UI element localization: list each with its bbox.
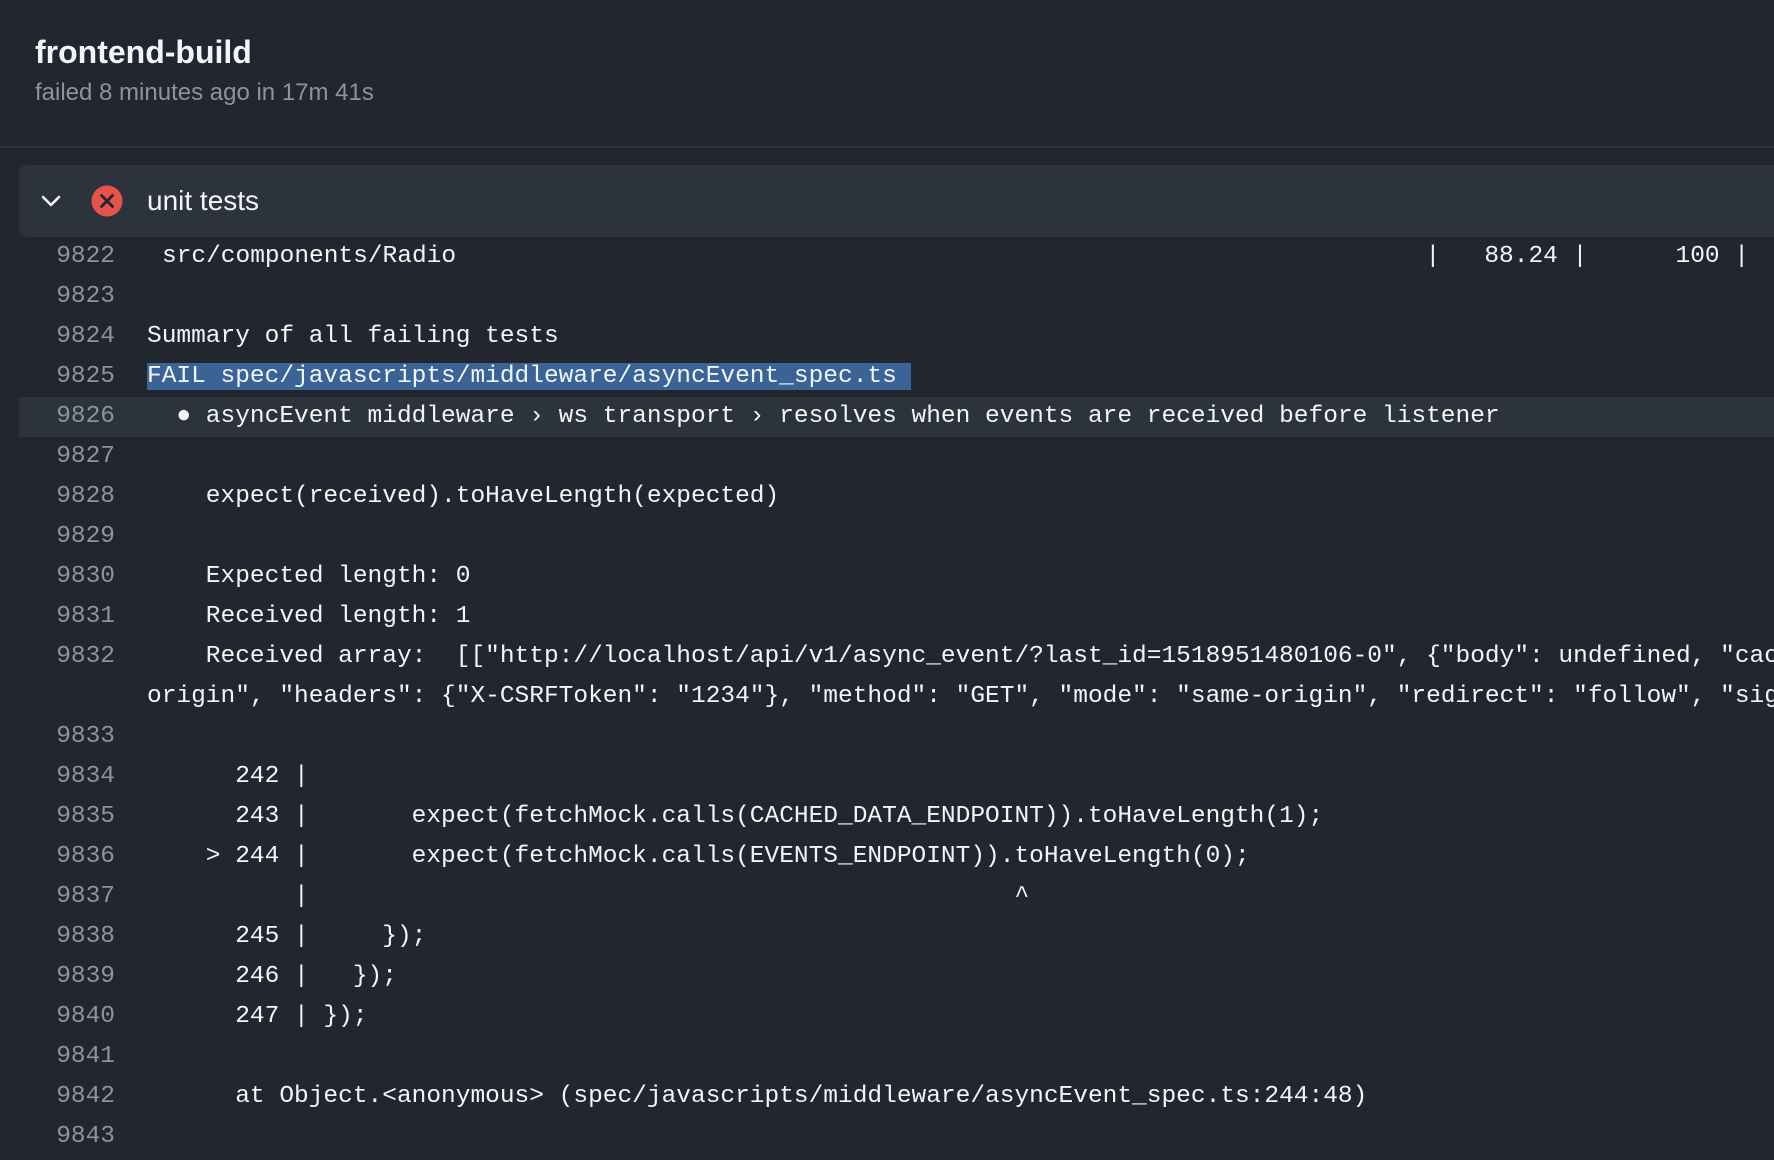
log-line: 9830 Expected length: 0 (19, 557, 1774, 597)
step-name: unit tests (147, 185, 260, 216)
text-selection: FAIL spec/javascripts/middleware/asyncEv… (147, 363, 911, 390)
log-text: ● asyncEvent middleware › ws transport ›… (147, 403, 1500, 430)
log-line: 9843 (19, 1117, 1774, 1157)
line-number[interactable]: 9824 (19, 317, 115, 357)
line-number[interactable]: 9841 (19, 1037, 115, 1077)
log-text: Summary of all failing tests (147, 323, 559, 350)
log-line: 9831 Received length: 1 (19, 597, 1774, 637)
coverage-columns: | 88.24 | 100 | (1425, 243, 1749, 270)
log-line: 9842 at Object.<anonymous> (spec/javascr… (19, 1077, 1774, 1117)
log-text: expect(received).toHaveLength(expected) (147, 483, 780, 510)
log-text: Received length: 1 (147, 603, 471, 630)
log-text: at Object.<anonymous> (spec/javascripts/… (147, 1083, 1368, 1110)
job-title: frontend-build (35, 34, 252, 70)
log-text: 245 | }); (147, 923, 427, 950)
log-line: 9833 (19, 717, 1774, 757)
log-line: 9824 Summary of all failing tests (19, 317, 1774, 357)
log-line: 9836 > 244 | expect(fetchMock.calls(EVEN… (19, 837, 1774, 877)
job-header: frontend-build failed 8 minutes ago in 1… (0, 0, 1774, 148)
line-number[interactable]: 9828 (19, 477, 115, 517)
step-header-unit-tests[interactable]: unit tests (19, 165, 1774, 237)
line-number[interactable]: 9833 (19, 717, 115, 757)
log-text-part2: origin", "headers": {"X-CSRFToken": "123… (147, 683, 1774, 710)
line-number[interactable]: 9823 (19, 277, 115, 317)
log-line: 9841 (19, 1037, 1774, 1077)
log-text: > 244 | expect(fetchMock.calls(EVENTS_EN… (147, 843, 1250, 870)
line-number[interactable]: 9832 (19, 637, 115, 677)
line-number[interactable]: 9830 (19, 557, 115, 597)
log-line: 9837 | ^ (19, 877, 1774, 917)
line-number[interactable]: 9831 (19, 597, 115, 637)
log-line: 9828 expect(received).toHaveLength(expec… (19, 477, 1774, 517)
log-line: 9823 (19, 277, 1774, 317)
line-number[interactable]: 9840 (19, 997, 115, 1037)
log-line: 9835 243 | expect(fetchMock.calls(CACHED… (19, 797, 1774, 837)
log-text-selected: FAIL spec/javascripts/middleware/asyncEv… (147, 357, 1774, 397)
log-text: | ^ (147, 883, 1030, 910)
log-text: 246 | }); (147, 963, 397, 990)
line-number[interactable]: 9822 (19, 237, 115, 277)
line-number[interactable]: 9837 (19, 877, 115, 917)
line-number[interactable]: 9826 (19, 397, 115, 437)
log-output[interactable]: 9822 src/components/Radio | 88.24 | 100 … (19, 237, 1774, 1160)
log-text: 247 | }); (147, 1003, 368, 1030)
log-text: 243 | expect(fetchMock.calls(CACHED_DATA… (147, 803, 1324, 830)
log-text: 242 | (147, 763, 309, 790)
log-line: 9832 Received array: [["http://localhost… (19, 637, 1774, 717)
x-circle-icon (90, 184, 124, 218)
line-number[interactable]: 9827 (19, 437, 115, 477)
log-line: 9834 242 | (19, 757, 1774, 797)
log-text-part1: Received array: [["http://localhost/api/… (147, 643, 1774, 670)
log-line: 9825 FAIL spec/javascripts/middleware/as… (19, 357, 1774, 397)
log-line-highlighted: 9826 ● asyncEvent middleware › ws transp… (19, 397, 1774, 437)
line-number[interactable]: 9836 (19, 837, 115, 877)
line-number[interactable]: 9842 (19, 1077, 115, 1117)
log-line: 9840 247 | }); (19, 997, 1774, 1037)
chevron-down-icon[interactable] (39, 189, 63, 213)
line-number[interactable]: 9825 (19, 357, 115, 397)
job-status-text: failed 8 minutes ago in 17m 41s (35, 79, 374, 106)
line-number[interactable]: 9838 (19, 917, 115, 957)
line-number[interactable]: 9839 (19, 957, 115, 997)
log-line: 9838 245 | }); (19, 917, 1774, 957)
log-line: 9839 246 | }); (19, 957, 1774, 997)
line-number[interactable]: 9835 (19, 797, 115, 837)
line-number[interactable]: 9829 (19, 517, 115, 557)
log-text: Expected length: 0 (147, 563, 471, 590)
log-line: 9829 (19, 517, 1774, 557)
log-line: 9822 src/components/Radio | 88.24 | 100 … (19, 237, 1774, 277)
line-number[interactable]: 9834 (19, 757, 115, 797)
log-text: Received array: [["http://localhost/api/… (147, 637, 1774, 717)
log-line: 9827 (19, 437, 1774, 477)
line-number[interactable]: 9843 (19, 1117, 115, 1157)
